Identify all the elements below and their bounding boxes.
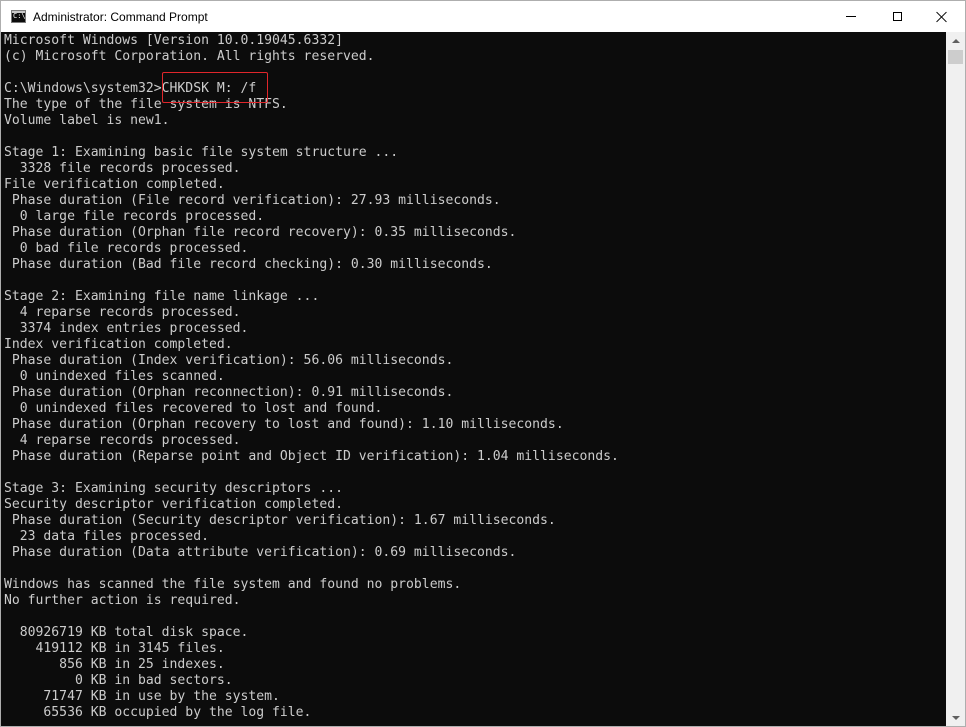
console-output: Microsoft Windows [Version 10.0.19045.63… (4, 33, 619, 721)
console-line: Phase duration (File record verification… (4, 193, 501, 208)
console-line: Index verification completed. (4, 337, 233, 352)
vertical-scrollbar[interactable] (946, 32, 965, 726)
scroll-thumb[interactable] (948, 50, 963, 64)
minimize-button[interactable] (828, 1, 874, 32)
console-line: C:\Windows\system32>CHKDSK M: /f (4, 81, 257, 96)
maximize-button[interactable] (874, 1, 920, 32)
scroll-down-button[interactable] (946, 709, 965, 726)
console-line: Phase duration (Orphan reconnection): 0.… (4, 385, 454, 400)
console-line: Stage 2: Examining file name linkage ... (4, 289, 320, 304)
console-line: 0 bad file records processed. (4, 241, 249, 256)
console-output-area[interactable]: Microsoft Windows [Version 10.0.19045.63… (1, 32, 946, 726)
console-line: Microsoft Windows [Version 10.0.19045.63… (4, 33, 343, 48)
window-title: Administrator: Command Prompt (33, 10, 208, 24)
title-bar[interactable]: C:\ Administrator: Command Prompt (1, 1, 965, 32)
console-line: 0 KB in bad sectors. (4, 673, 233, 688)
console-line: 4 reparse records processed. (4, 305, 241, 320)
console-line: 80926719 KB total disk space. (4, 625, 249, 640)
scroll-up-button[interactable] (946, 32, 965, 49)
console-line: 0 unindexed files recovered to lost and … (4, 401, 383, 416)
console-line: Windows has scanned the file system and … (4, 577, 462, 592)
console-line: Volume label is new1. (4, 113, 170, 128)
console-line: Phase duration (Security descriptor veri… (4, 513, 556, 528)
console-line: Security descriptor verification complet… (4, 497, 343, 512)
scroll-up-arrow-icon (951, 38, 960, 43)
console-line: Phase duration (Index verification): 56.… (4, 353, 454, 368)
console-line: 0 large file records processed. (4, 209, 265, 224)
command-highlight-box (162, 72, 268, 103)
console-line: Phase duration (Orphan file record recov… (4, 225, 517, 240)
command-prompt-icon[interactable]: C:\ (11, 10, 26, 23)
console-line: Phase duration (Bad file record checking… (4, 257, 493, 272)
console-line: No further action is required. (4, 593, 241, 608)
console-line: 23 data files processed. (4, 529, 209, 544)
console-line: Phase duration (Reparse point and Object… (4, 449, 619, 464)
console-line: 65536 KB occupied by the log file. (4, 705, 312, 720)
maximize-icon (892, 12, 902, 21)
console-line: 419112 KB in 3145 files. (4, 641, 225, 656)
command-prompt-window: C:\ Administrator: Command Prompt Micros… (0, 0, 966, 727)
console-line: Phase duration (Orphan recovery to lost … (4, 417, 564, 432)
console-line: (c) Microsoft Corporation. All rights re… (4, 49, 375, 64)
console-line: 856 KB in 25 indexes. (4, 657, 225, 672)
console-line: File verification completed. (4, 177, 225, 192)
console-line: 4 reparse records processed. (4, 433, 241, 448)
console-line: 3328 file records processed. (4, 161, 241, 176)
close-icon (936, 11, 948, 23)
minimize-icon (846, 16, 856, 17)
console-line: Stage 3: Examining security descriptors … (4, 481, 343, 496)
console-line: The type of the file system is NTFS. (4, 97, 288, 112)
close-button[interactable] (919, 1, 965, 32)
scroll-down-arrow-icon (951, 715, 960, 720)
console-line: Stage 1: Examining basic file system str… (4, 145, 399, 160)
console-line: 3374 index entries processed. (4, 321, 249, 336)
console-line: 71747 KB in use by the system. (4, 689, 280, 704)
console-line: Phase duration (Data attribute verificat… (4, 545, 517, 560)
console-line: 0 unindexed files scanned. (4, 369, 225, 384)
